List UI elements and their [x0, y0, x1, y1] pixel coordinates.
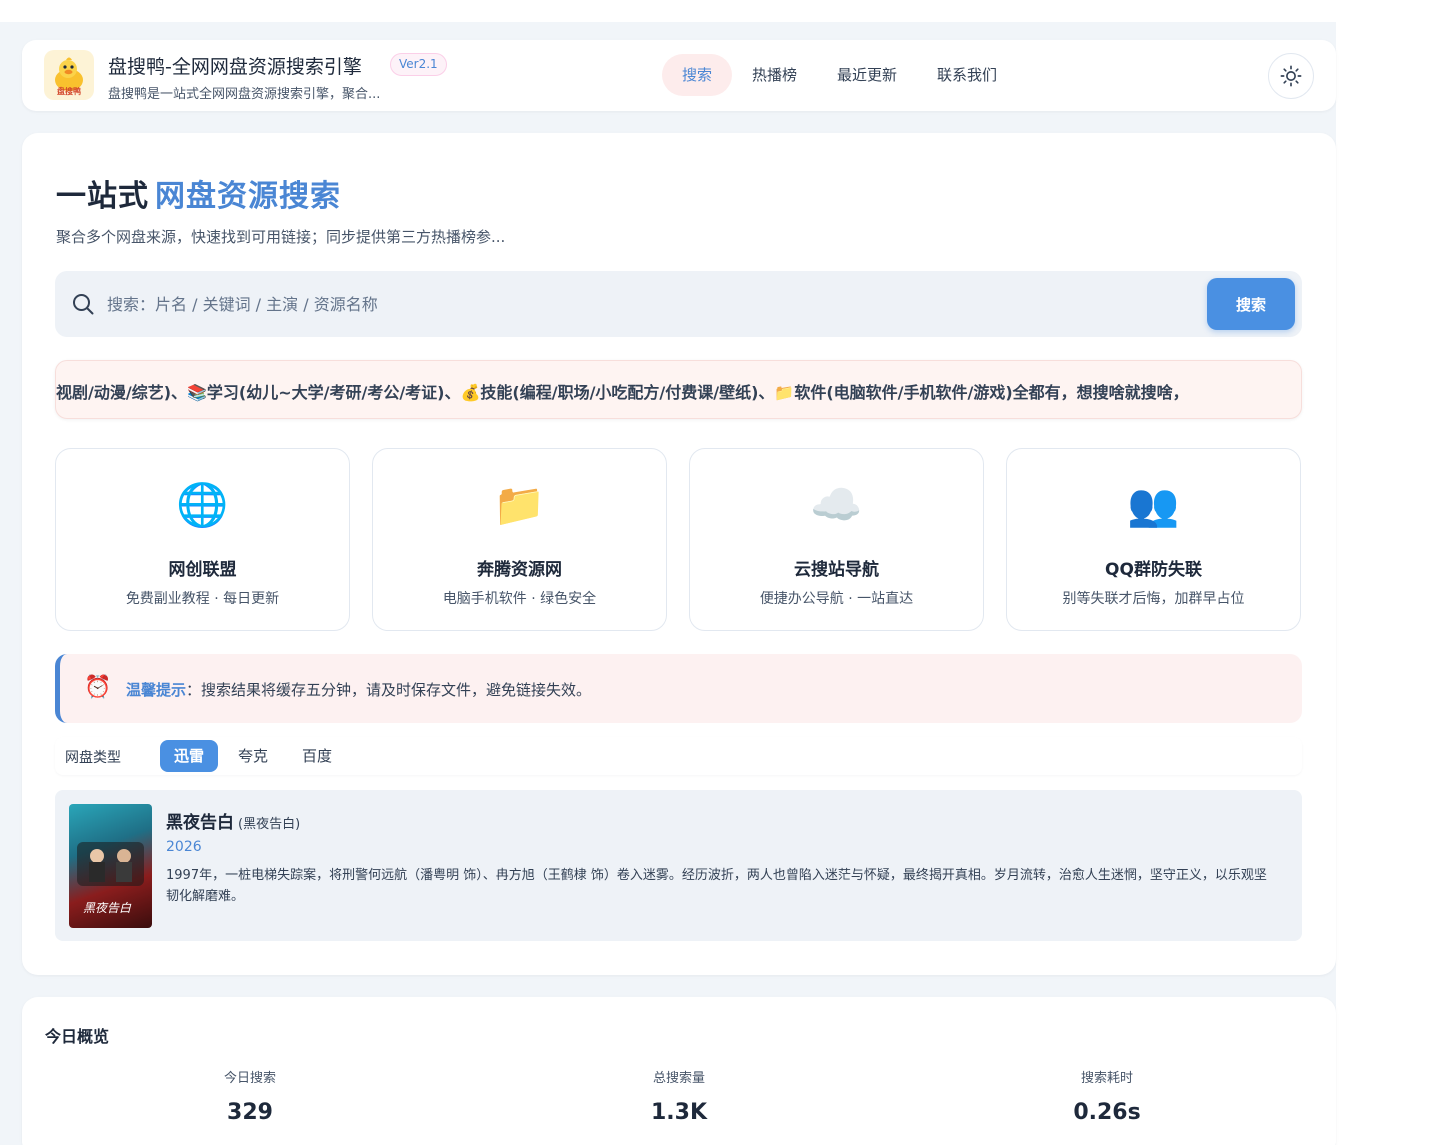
- tile-subtitle: 免费副业教程 · 每日更新: [125, 591, 280, 607]
- stat-value: 1.3K: [650, 1100, 708, 1125]
- tile-yunsou-nav[interactable]: ☁️ 云搜站导航 便捷办公导航 · 一站直达: [689, 448, 984, 631]
- main-card: 一站式 网盘资源搜索 聚合多个网盘来源，快速找到可用链接；同步提供第三方热播榜参.…: [22, 133, 1336, 975]
- stat-value: 329: [227, 1100, 273, 1125]
- stat-value: 0.26s: [1073, 1100, 1141, 1125]
- tile-subtitle: 便捷办公导航 · 一站直达: [759, 591, 914, 607]
- folder-icon: 📁: [493, 480, 546, 529]
- logo-text: 盘搜鸭: [57, 87, 81, 96]
- marquee-text: 视剧/动漫/综艺)、📚学习(幼儿~大学/考研/考公/考证)、💰技能(编程/职场/…: [56, 383, 1189, 402]
- tile-subtitle: 电脑手机软件 · 绿色安全: [442, 591, 597, 607]
- version-badge: Ver2.1: [390, 53, 447, 76]
- stat-today-searches: 今日搜索 329: [140, 1067, 360, 1125]
- hero-subtitle: 聚合多个网盘来源，快速找到可用链接；同步提供第三方热播榜参...: [56, 228, 506, 246]
- site-description: 盘搜鸭是一站式全网网盘资源搜索引擎，聚合...: [108, 87, 381, 102]
- result-item[interactable]: 黑夜告白 黑夜告白 (黑夜告白) 2026 1997年，一桩电梯失踪案，将刑警何远…: [55, 790, 1302, 941]
- today-overview: 今日概览 今日搜索 329 总搜索量 1.3K 搜索耗时 0.26s: [22, 997, 1336, 1145]
- notice-banner: ⏰ 温馨提示：搜索结果将缓存五分钟，请及时保存文件，避免链接失效。: [55, 654, 1302, 723]
- nav-hot-list[interactable]: 热播榜: [732, 54, 817, 96]
- search-icon: [73, 294, 94, 315]
- result-poster[interactable]: 黑夜告白: [69, 804, 152, 928]
- search-bar: 搜索: [55, 271, 1302, 337]
- result-description: 1997年，一桩电梯失踪案，将刑警何远航（潘粤明 饰）、冉方旭（王鹤棣 饰）卷入…: [166, 868, 1267, 904]
- top-strip: [0, 0, 1440, 22]
- stats-title: 今日概览: [45, 1027, 110, 1046]
- stat-label: 今日搜索: [223, 1071, 276, 1086]
- site-logo[interactable]: 盘搜鸭: [44, 50, 94, 100]
- search-button[interactable]: 搜索: [1207, 278, 1295, 330]
- tab-xunlei[interactable]: 迅雷: [160, 740, 219, 772]
- search-input[interactable]: [107, 284, 1197, 324]
- result-year: 2026: [166, 839, 202, 855]
- tile-name: QQ群防失联: [1105, 560, 1202, 580]
- alarm-clock-icon: ⏰: [84, 675, 112, 700]
- tab-baidu[interactable]: 百度: [288, 740, 346, 772]
- tile-wangchuang-alliance[interactable]: 🌐 网创联盟 免费副业教程 · 每日更新: [55, 448, 350, 631]
- tile-name: 网创联盟: [168, 560, 237, 580]
- nav-recent-updates[interactable]: 最近更新: [817, 54, 917, 96]
- tab-quark[interactable]: 夸克: [224, 740, 282, 772]
- result-alt-title: (黑夜告白): [238, 817, 301, 832]
- theme-toggle-button[interactable]: [1268, 53, 1314, 99]
- stat-total-searches: 总搜索量 1.3K: [569, 1067, 789, 1125]
- right-strip: [1336, 22, 1440, 1145]
- main-nav: 搜索 热播榜 最近更新 联系我们: [662, 54, 1017, 96]
- result-title: 黑夜告白 (黑夜告白): [166, 808, 300, 833]
- nav-search[interactable]: 搜索: [662, 54, 733, 96]
- tile-benteng-resources[interactable]: 📁 奔腾资源网 电脑手机软件 · 绿色安全: [372, 448, 667, 631]
- stat-label: 搜索耗时: [1080, 1071, 1133, 1086]
- hero-title-accent: 网盘资源搜索: [155, 179, 341, 214]
- site-header: 盘搜鸭 盘搜鸭-全网网盘资源搜索引擎 Ver2.1 盘搜鸭是一站式全网网盘资源搜…: [22, 40, 1336, 111]
- notice-text: 温馨提示：搜索结果将缓存五分钟，请及时保存文件，避免链接失效。: [126, 679, 591, 700]
- hero-title-plain: 一站式: [56, 179, 149, 214]
- tile-qq-group[interactable]: 👥 QQ群防失联 别等失联才后悔，加群早占位: [1006, 448, 1301, 631]
- tile-subtitle: 别等失联才后悔，加群早占位: [1062, 591, 1245, 607]
- stat-label: 总搜索量: [652, 1071, 705, 1086]
- drive-type-filter: 网盘类型 迅雷 夸克 百度: [55, 737, 1302, 775]
- globe-icon: 🌐: [176, 480, 229, 529]
- quick-links: 🌐 网创联盟 免费副业教程 · 每日更新 📁 奔腾资源网 电脑手机软件 · 绿色…: [55, 448, 1302, 631]
- result-main-title: 黑夜告白: [166, 813, 234, 833]
- notice-message: ：搜索结果将缓存五分钟，请及时保存文件，避免链接失效。: [186, 681, 592, 699]
- users-icon: 👥: [1127, 480, 1180, 529]
- notice-label: 温馨提示: [126, 681, 187, 699]
- sun-icon: [1280, 65, 1302, 87]
- site-title: 盘搜鸭-全网网盘资源搜索引擎: [108, 56, 362, 78]
- poster-title: 黑夜告白: [83, 901, 132, 915]
- filter-label: 网盘类型: [65, 750, 121, 766]
- cloud-icon: ☁️: [810, 480, 863, 529]
- stat-search-time: 搜索耗时 0.26s: [997, 1067, 1217, 1125]
- tile-name: 奔腾资源网: [477, 560, 562, 580]
- hero-title: 一站式 网盘资源搜索: [56, 171, 341, 215]
- nav-contact[interactable]: 联系我们: [917, 54, 1017, 96]
- tile-name: 云搜站导航: [794, 560, 879, 580]
- category-marquee: 视剧/动漫/综艺)、📚学习(幼儿~大学/考研/考公/考证)、💰技能(编程/职场/…: [55, 360, 1302, 419]
